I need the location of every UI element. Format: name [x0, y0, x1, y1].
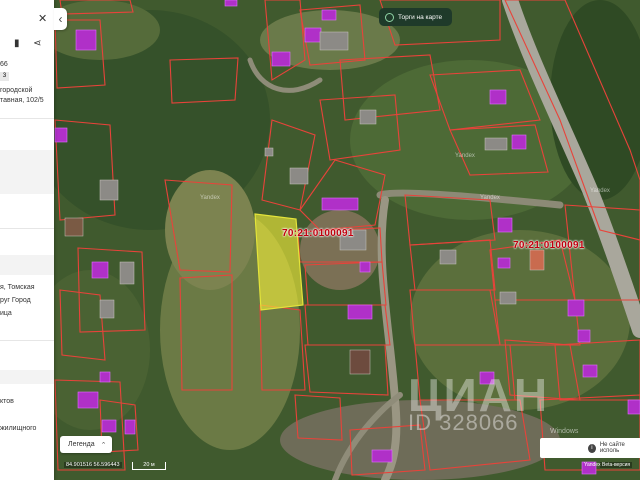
listing-side-panel: ✕ ▮ ⋖ 66 3 городской тавная, 102/5 я, То…	[0, 0, 54, 480]
info-block	[0, 370, 54, 384]
os-activation-watermark: Windows	[550, 428, 579, 435]
map-provider-label: Yandex	[480, 195, 500, 201]
address-line: тавная, 102/5	[0, 97, 44, 104]
address-line: городской	[0, 87, 33, 94]
info-line: жилищного	[0, 425, 37, 432]
region-line: руг Город	[0, 297, 31, 304]
photo-count-badge: 3	[0, 72, 9, 81]
toggle-icon	[385, 12, 394, 22]
cadastral-number-label: 70:21:0100091	[513, 240, 585, 251]
cadastral-number-label: 70:21:0100091	[282, 228, 354, 239]
legend-button[interactable]: Легенда ⌃	[60, 436, 112, 453]
region-line: я, Томская	[0, 284, 35, 291]
beta-label: Beta-версия	[600, 462, 633, 468]
usage-notice-text: Не сайте исполь	[599, 442, 625, 454]
region-line: ица	[0, 310, 12, 317]
listing-number-fragment: 66	[0, 61, 8, 68]
share-icon[interactable]: ⋖	[33, 38, 41, 49]
info-block	[0, 150, 54, 194]
map-provider-label: Yandex	[455, 153, 475, 159]
coordinates-readout: 84.901516 56.596443	[64, 462, 122, 468]
yandex-logo[interactable]: Yandex	[584, 462, 601, 468]
divider	[0, 228, 54, 229]
auction-toggle-label: Торги на карте	[398, 13, 443, 21]
usage-notice[interactable]: i Не сайте исполь	[540, 438, 640, 458]
info-line: ктов	[0, 398, 14, 405]
map-provider-label: Yandex	[590, 188, 610, 194]
chevron-up-icon: ⌃	[100, 441, 107, 449]
divider	[0, 118, 54, 119]
close-icon[interactable]: ✕	[38, 12, 47, 25]
map-provider-label: Yandex	[200, 195, 220, 201]
info-icon: i	[588, 443, 596, 453]
auction-toggle-button[interactable]: Торги на карте	[379, 8, 452, 26]
info-block	[0, 255, 54, 275]
divider	[0, 340, 54, 341]
scale-label: 20 м	[143, 462, 155, 468]
legend-label: Легенда	[68, 441, 95, 448]
map-scale-bar: 20 м	[132, 462, 166, 470]
collapse-panel-button[interactable]: ‹	[54, 8, 67, 30]
chevron-left-icon: ‹	[58, 12, 63, 26]
bookmark-icon[interactable]: ▮	[14, 38, 20, 49]
listing-id-watermark: ID 328066	[408, 410, 519, 435]
